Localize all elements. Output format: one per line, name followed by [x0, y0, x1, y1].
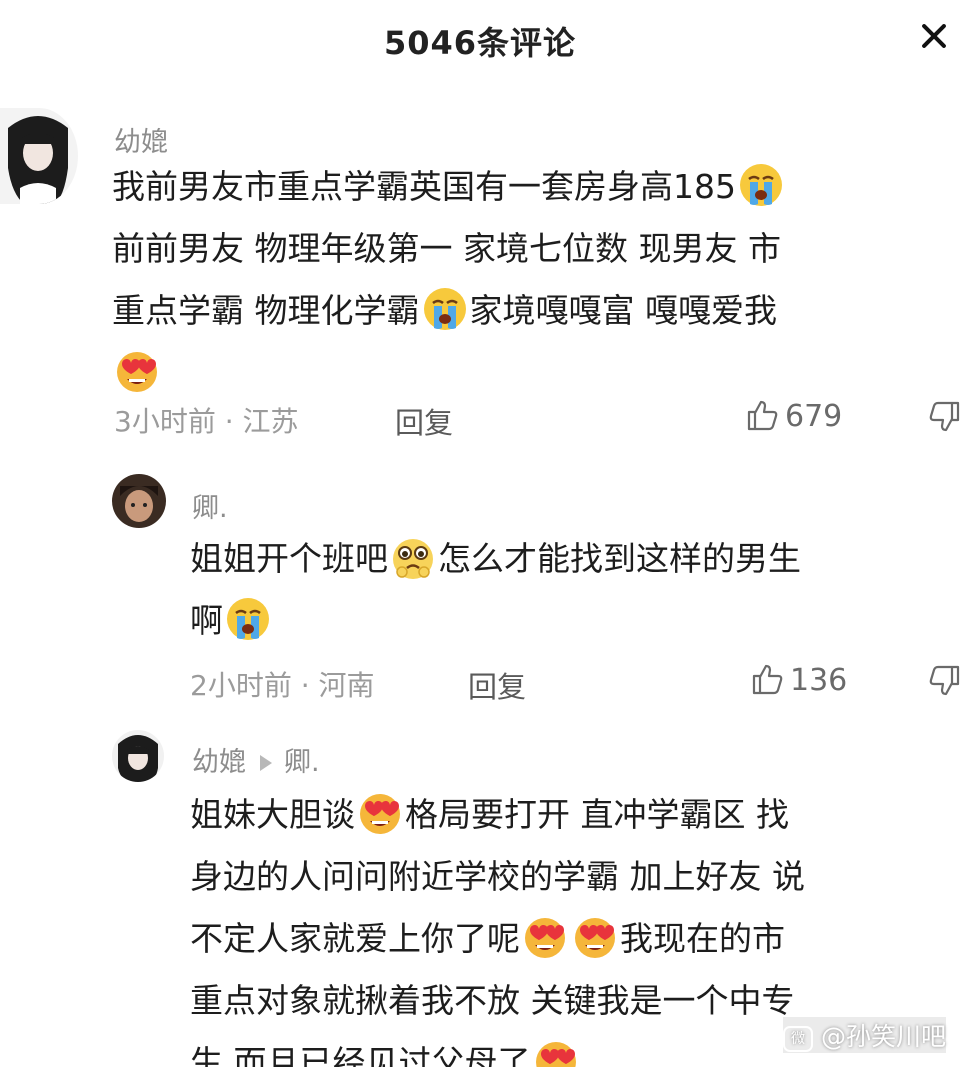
close-icon[interactable]: [916, 18, 952, 54]
like-count: 136: [790, 663, 848, 698]
like-count: 679: [785, 399, 843, 434]
crying-face-emoji: [422, 286, 468, 332]
username[interactable]: 幼媲: [192, 747, 246, 778]
reply-arrow-icon: [260, 754, 272, 771]
reply-header: 幼媲 卿.: [192, 740, 320, 779]
comment-line: 姐姐开个班吧: [190, 539, 388, 578]
avatar[interactable]: [112, 474, 166, 528]
thumbs-down-icon: [928, 664, 960, 698]
comment-line: 不定人家就爱上你了呢: [190, 919, 520, 958]
heart-eyes-emoji: [357, 790, 403, 836]
comment-line: 格局要打开 直冲学霸区 找: [405, 795, 789, 834]
comment-body: 姐姐开个班吧 怎么才能找到这样的男生 啊: [190, 528, 950, 652]
thumbs-up-icon: [750, 662, 784, 696]
comment-time-location: 2小时前 · 河南: [190, 669, 375, 702]
username[interactable]: 卿.: [192, 486, 228, 525]
watermark-text: @孙笑川吧: [820, 1022, 946, 1051]
watermark: 微 @孙笑川吧: [782, 1017, 946, 1053]
reply-button[interactable]: 回复: [395, 400, 453, 442]
comment-line: 前前男友 物理年级第一 家境七位数 现男友 市: [112, 229, 781, 268]
comment-1: 幼媲 我前男友市重点学霸英国有一套房身高185 前前男友 物理年级第一 家境七位…: [0, 100, 960, 460]
comment-time-location: 3小时前 · 江苏: [114, 405, 299, 438]
comment-count-title: 5046条评论: [383, 24, 577, 62]
reply-to-username[interactable]: 卿.: [284, 747, 320, 778]
crying-face-emoji: [738, 162, 784, 208]
comment-line: 啊: [190, 601, 223, 640]
heart-eyes-emoji: [114, 348, 160, 394]
avatar[interactable]: [112, 730, 164, 782]
dislike-button[interactable]: [928, 664, 960, 702]
comment-2: 卿. 姐姐开个班吧 怎么才能找到这样的男生 啊 2小时前 · 河南 回复 136: [0, 470, 960, 720]
like-button[interactable]: 136: [750, 662, 847, 698]
thumbs-down-icon: [928, 400, 960, 434]
heart-eyes-emoji: [533, 1038, 579, 1067]
comment-line: 生 而且已经见过父母了: [190, 1043, 531, 1067]
username[interactable]: 幼媲: [114, 120, 168, 159]
comment-body: 我前男友市重点学霸英国有一套房身高185 前前男友 物理年级第一 家境七位数 现…: [112, 156, 952, 404]
pleading-face-emoji: [390, 534, 436, 580]
like-button[interactable]: 679: [745, 398, 842, 434]
comments-header: 5046条评论: [0, 0, 960, 78]
dislike-button[interactable]: [928, 400, 960, 438]
comment-line: 姐妹大胆谈: [190, 795, 355, 834]
comment-line: 我前男友市重点学霸英国有一套房身高185: [112, 167, 736, 206]
crying-face-emoji: [225, 596, 271, 642]
avatar[interactable]: [0, 108, 78, 204]
comment-line: 身边的人问问附近学校的学霸 加上好友 说: [190, 857, 805, 896]
comment-line: 我现在的市: [620, 919, 785, 958]
comment-line: 重点学霸 物理化学霸: [112, 291, 420, 330]
weibo-icon: 微: [782, 1026, 813, 1052]
thumbs-up-icon: [745, 398, 779, 432]
heart-eyes-emoji: [522, 914, 568, 960]
comment-line: 怎么才能找到这样的男生: [438, 539, 801, 578]
comment-line: 家境嘎嘎富 嘎嘎爱我: [469, 291, 778, 330]
heart-eyes-emoji: [572, 914, 618, 960]
reply-button[interactable]: 回复: [468, 664, 526, 706]
